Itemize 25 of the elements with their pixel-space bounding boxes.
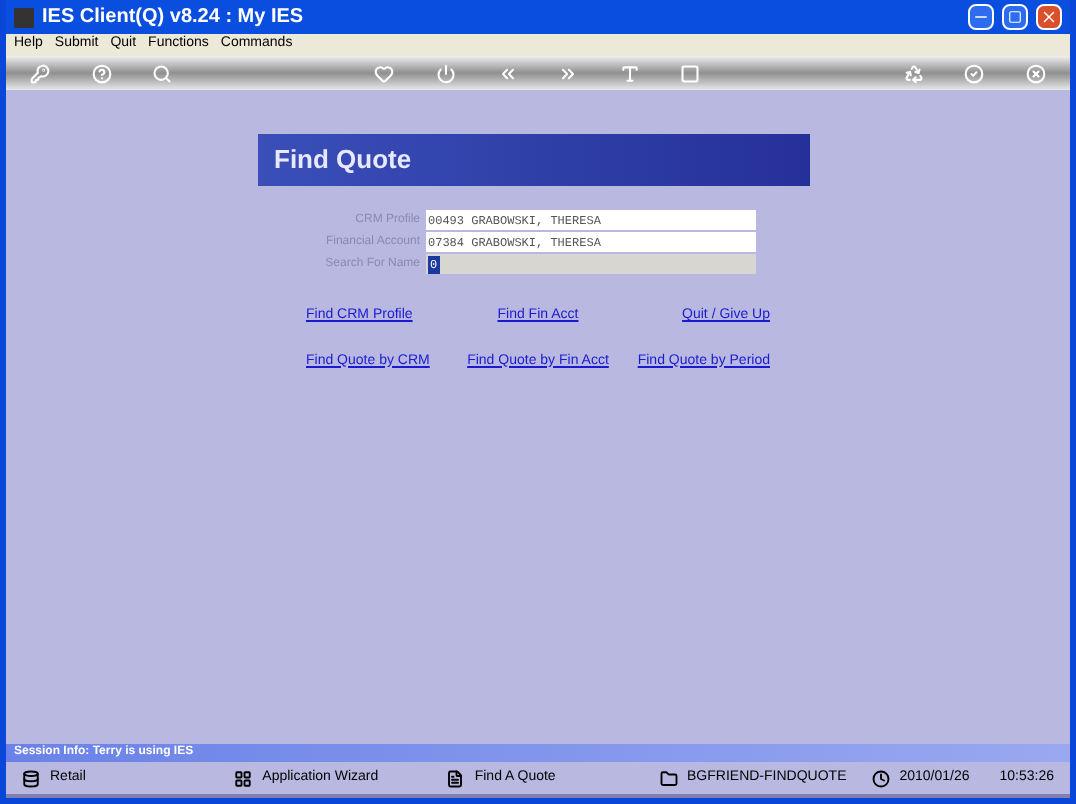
- maximize-icon: [1008, 10, 1022, 24]
- stop-icon[interactable]: [680, 63, 701, 83]
- text-icon[interactable]: [619, 63, 640, 83]
- panel-title: Find Quote: [274, 142, 412, 179]
- close-icon: [1040, 8, 1058, 26]
- minimize-button[interactable]: [968, 4, 994, 30]
- clock-icon: [871, 769, 890, 787]
- window-title: IES Client(Q) v8.24 : My IES: [42, 4, 306, 32]
- forward-icon[interactable]: [558, 63, 579, 83]
- grid-icon: [234, 769, 253, 787]
- help-icon[interactable]: [91, 63, 112, 83]
- app-icon: [14, 7, 34, 27]
- maximize-button[interactable]: [1002, 4, 1028, 30]
- close-icon[interactable]: [1025, 63, 1046, 83]
- recycle-icon[interactable]: [903, 63, 924, 83]
- database-icon: [22, 769, 40, 787]
- power-icon[interactable]: [436, 63, 457, 83]
- check-icon[interactable]: [964, 63, 985, 83]
- key-icon[interactable]: [30, 63, 50, 83]
- document-icon: [446, 769, 465, 787]
- close-button[interactable]: [1036, 4, 1062, 30]
- folder-icon: [659, 769, 678, 787]
- search-icon[interactable]: [152, 63, 173, 83]
- heart-icon[interactable]: [374, 63, 395, 83]
- back-icon[interactable]: [497, 63, 518, 83]
